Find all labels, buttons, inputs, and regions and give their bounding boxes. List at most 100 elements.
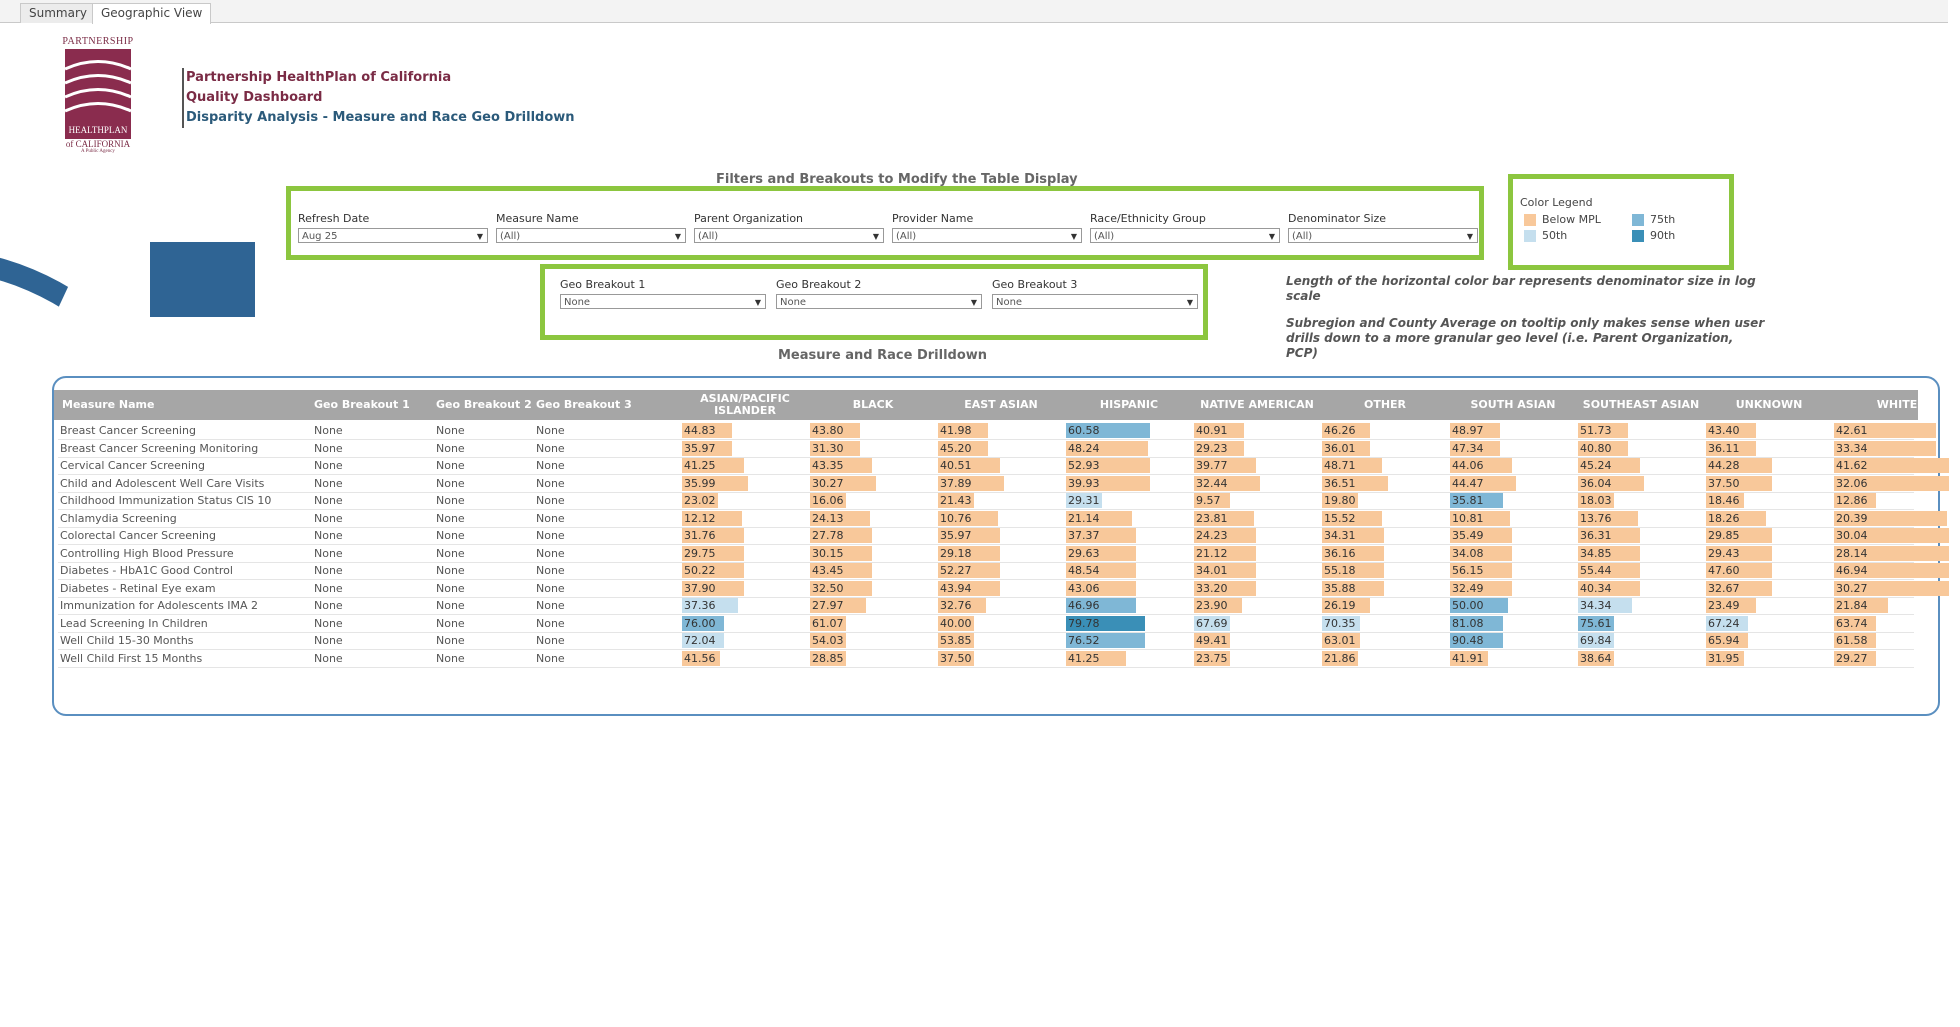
value-cell[interactable]: 39.93 bbox=[1068, 476, 1100, 491]
table-row[interactable]: Well Child First 15 Months None None None 41… bbox=[58, 650, 1914, 668]
value-cell[interactable]: 61.58 bbox=[1836, 633, 1868, 648]
value-cell[interactable]: 19.80 bbox=[1324, 493, 1356, 508]
filter-dropdown[interactable]: (All) ▼ bbox=[496, 228, 686, 243]
value-cell[interactable]: 27.78 bbox=[812, 528, 844, 543]
column-header-white[interactable]: WHITE bbox=[1834, 390, 1960, 420]
column-header-geo-breakout-3[interactable]: Geo Breakout 3 bbox=[532, 390, 684, 420]
breakout-dropdown[interactable]: None ▼ bbox=[992, 294, 1198, 309]
value-cell[interactable]: 48.54 bbox=[1068, 563, 1100, 578]
value-cell[interactable]: 90.48 bbox=[1452, 633, 1484, 648]
value-cell[interactable]: 35.88 bbox=[1324, 581, 1356, 596]
value-cell[interactable]: 34.85 bbox=[1580, 546, 1612, 561]
table-row[interactable]: Well Child 15-30 Months None None None 72.04… bbox=[58, 632, 1914, 650]
value-cell[interactable]: 10.76 bbox=[940, 511, 972, 526]
value-cell[interactable]: 27.97 bbox=[812, 598, 844, 613]
table-row[interactable]: Controlling High Blood Pressure None None N… bbox=[58, 545, 1949, 563]
table-row[interactable]: Immunization for Adolescents IMA 2 None No… bbox=[58, 597, 1914, 615]
value-cell[interactable]: 72.04 bbox=[684, 633, 716, 648]
value-cell[interactable]: 79.78 bbox=[1068, 616, 1100, 631]
value-cell[interactable]: 26.19 bbox=[1324, 598, 1356, 613]
value-cell[interactable]: 30.04 bbox=[1836, 528, 1868, 543]
value-cell[interactable]: 18.46 bbox=[1708, 493, 1740, 508]
value-cell[interactable]: 67.69 bbox=[1196, 616, 1228, 631]
value-cell[interactable]: 44.83 bbox=[684, 423, 716, 438]
value-cell[interactable]: 33.20 bbox=[1196, 581, 1228, 596]
value-cell[interactable]: 55.18 bbox=[1324, 563, 1356, 578]
value-cell[interactable]: 32.50 bbox=[812, 581, 844, 596]
value-cell[interactable]: 36.51 bbox=[1324, 476, 1356, 491]
value-cell[interactable]: 23.49 bbox=[1708, 598, 1740, 613]
value-cell[interactable]: 10.81 bbox=[1452, 511, 1484, 526]
value-cell[interactable]: 55.44 bbox=[1580, 563, 1612, 578]
value-cell[interactable]: 21.12 bbox=[1196, 546, 1228, 561]
value-cell[interactable]: 43.06 bbox=[1068, 581, 1100, 596]
value-cell[interactable]: 53.85 bbox=[940, 633, 972, 648]
column-header-geo-breakout-1[interactable]: Geo Breakout 1 bbox=[310, 390, 434, 420]
value-cell[interactable]: 75.61 bbox=[1580, 616, 1612, 631]
value-cell[interactable]: 37.89 bbox=[940, 476, 972, 491]
value-cell[interactable]: 32.49 bbox=[1452, 581, 1484, 596]
table-row[interactable]: Diabetes - HbA1C Good Control None None Non… bbox=[58, 562, 1949, 580]
value-cell[interactable]: 36.01 bbox=[1324, 441, 1356, 456]
value-cell[interactable]: 40.51 bbox=[940, 458, 972, 473]
filter-dropdown[interactable]: Aug 25 ▼ bbox=[298, 228, 488, 243]
value-cell[interactable]: 21.43 bbox=[940, 493, 972, 508]
value-cell[interactable]: 20.39 bbox=[1836, 511, 1868, 526]
value-cell[interactable]: 23.02 bbox=[684, 493, 716, 508]
value-cell[interactable]: 47.60 bbox=[1708, 563, 1740, 578]
value-cell[interactable]: 48.71 bbox=[1324, 458, 1356, 473]
value-cell[interactable]: 50.00 bbox=[1452, 598, 1484, 613]
value-cell[interactable]: 32.06 bbox=[1836, 476, 1868, 491]
value-cell[interactable]: 40.34 bbox=[1580, 581, 1612, 596]
column-header-native-american[interactable]: NATIVE AMERICAN bbox=[1194, 390, 1320, 420]
filter-dropdown[interactable]: (All) ▼ bbox=[1090, 228, 1280, 243]
value-cell[interactable]: 35.49 bbox=[1452, 528, 1484, 543]
column-header-other[interactable]: OTHER bbox=[1322, 390, 1448, 420]
value-cell[interactable]: 32.44 bbox=[1196, 476, 1228, 491]
value-cell[interactable]: 63.01 bbox=[1324, 633, 1356, 648]
value-cell[interactable]: 40.91 bbox=[1196, 423, 1228, 438]
value-cell[interactable]: 28.14 bbox=[1836, 546, 1868, 561]
value-cell[interactable]: 51.73 bbox=[1580, 423, 1612, 438]
value-cell[interactable]: 40.00 bbox=[940, 616, 972, 631]
value-cell[interactable]: 36.16 bbox=[1324, 546, 1356, 561]
breakout-dropdown[interactable]: None ▼ bbox=[776, 294, 982, 309]
value-cell[interactable]: 52.27 bbox=[940, 563, 972, 578]
value-cell[interactable]: 29.63 bbox=[1068, 546, 1100, 561]
column-header-south-asian[interactable]: SOUTH ASIAN bbox=[1450, 390, 1576, 420]
value-cell[interactable]: 9.57 bbox=[1196, 493, 1221, 508]
table-row[interactable]: Diabetes - Retinal Eye exam None None None 3… bbox=[58, 580, 1949, 598]
value-cell[interactable]: 29.27 bbox=[1836, 651, 1868, 666]
value-cell[interactable]: 31.76 bbox=[684, 528, 716, 543]
value-cell[interactable]: 47.34 bbox=[1452, 441, 1484, 456]
column-header-measure-name[interactable]: Measure Name bbox=[58, 390, 312, 420]
value-cell[interactable]: 39.77 bbox=[1196, 458, 1228, 473]
value-cell[interactable]: 44.06 bbox=[1452, 458, 1484, 473]
column-header-asian-pacific-islander[interactable]: ASIAN/PACIFIC ISLANDER bbox=[682, 390, 808, 420]
value-cell[interactable]: 23.90 bbox=[1196, 598, 1228, 613]
column-header-hispanic[interactable]: HISPANIC bbox=[1066, 390, 1192, 420]
value-cell[interactable]: 38.64 bbox=[1580, 651, 1612, 666]
value-cell[interactable]: 16.06 bbox=[812, 493, 844, 508]
value-cell[interactable]: 61.07 bbox=[812, 616, 844, 631]
value-cell[interactable]: 49.41 bbox=[1196, 633, 1228, 648]
value-cell[interactable]: 52.93 bbox=[1068, 458, 1100, 473]
table-row[interactable]: Lead Screening In Children None None None 76… bbox=[58, 615, 1914, 633]
value-cell[interactable]: 41.25 bbox=[1068, 651, 1100, 666]
column-header-southeast-asian[interactable]: SOUTHEAST ASIAN bbox=[1578, 390, 1704, 420]
value-cell[interactable]: 29.43 bbox=[1708, 546, 1740, 561]
table-row[interactable]: Childhood Immunization Status CIS 10 None… bbox=[58, 492, 1914, 510]
value-cell[interactable]: 30.15 bbox=[812, 546, 844, 561]
table-row[interactable]: Breast Cancer Screening None None None 44.83… bbox=[58, 422, 1936, 440]
value-cell[interactable]: 54.03 bbox=[812, 633, 844, 648]
column-header-unknown[interactable]: UNKNOWN bbox=[1706, 390, 1832, 420]
value-cell[interactable]: 37.37 bbox=[1068, 528, 1100, 543]
table-row[interactable]: Colorectal Cancer Screening None None None 3… bbox=[58, 527, 1949, 545]
value-cell[interactable]: 30.27 bbox=[812, 476, 844, 491]
value-cell[interactable]: 18.03 bbox=[1580, 493, 1612, 508]
value-cell[interactable]: 41.91 bbox=[1452, 651, 1484, 666]
filter-dropdown[interactable]: (All) ▼ bbox=[892, 228, 1082, 243]
tab-geographic-view[interactable]: Geographic View bbox=[92, 3, 212, 24]
value-cell[interactable]: 24.23 bbox=[1196, 528, 1228, 543]
value-cell[interactable]: 43.80 bbox=[812, 423, 844, 438]
